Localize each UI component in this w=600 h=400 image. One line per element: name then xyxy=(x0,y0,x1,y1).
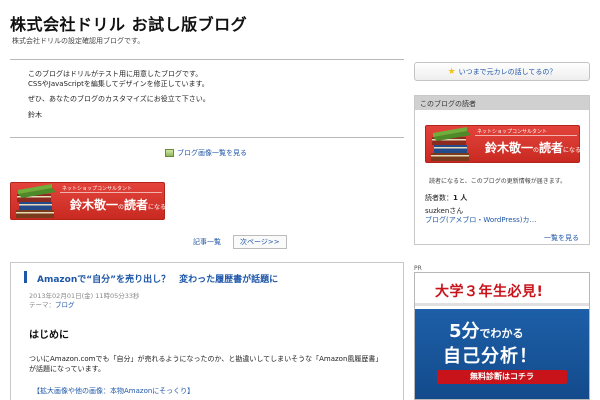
site-description: 株式会社ドリルの設定確認用ブログです。 xyxy=(12,37,145,45)
article-image-link[interactable]: 【拡大画像や他の画像：本物Amazonにそっくり】 xyxy=(33,386,194,396)
sidebar-banner-name-text: 鈴木敬一 xyxy=(485,141,534,155)
readers-widget: このブログの読者 ネットショップコンサルタント 鈴木敬一の読者になる 読者になる… xyxy=(414,95,590,245)
article-body-line-1: ついにAmazon.comでも「自分」が売れるようになったのか、と勘違いしてしま… xyxy=(29,355,383,363)
ad-body: 5分でわかる 自己分析！ 無料診断はコチラ xyxy=(415,309,589,399)
intro-line-3: ぜひ、あなたのブログのカスタマイズにお役立て下さい。 xyxy=(28,95,210,103)
sidebar-banner-readers-label: 読者 xyxy=(539,141,564,155)
readers-heading: このブログの読者 xyxy=(415,96,589,110)
banner-subtitle: ネットショップコンサルタント xyxy=(62,186,133,192)
blog-image-list-label: ブログ画像一覧を見る xyxy=(177,149,247,157)
sidebar-banner-name: 鈴木敬一の読者になる xyxy=(485,139,581,156)
article-heading: はじめに xyxy=(29,330,69,341)
intro-line-1: このブログはドリルがテスト用に用意したブログです。 xyxy=(28,70,203,78)
site-title[interactable]: 株式会社ドリル お試し版ブログ xyxy=(10,11,247,35)
sidebar-banner-suffix-ni: になる xyxy=(563,147,582,154)
sidebar-link-button[interactable]: ★ いつまで元カレの話してるの？ xyxy=(414,62,590,81)
readers-note: 読者になると、このブログの更新情報が届きます。 xyxy=(429,178,567,185)
readers-count-label: 読者数： xyxy=(425,194,453,202)
star-icon: ★ xyxy=(447,66,456,77)
ad-line-2: 自己分析！ xyxy=(443,346,538,367)
sidebar-link-label: いつまで元カレの話してるの？ xyxy=(458,67,557,76)
ad-line-1-small: でわかる xyxy=(479,327,524,340)
sidebar-become-reader-banner[interactable]: ネットショップコンサルタント 鈴木敬一の読者になる xyxy=(425,119,581,167)
readers-more-link[interactable]: 一覧を見る xyxy=(544,233,579,243)
article-meta: 2013年02月01日(金) 11時05分33秒 テーマ：ブログ xyxy=(29,292,140,310)
article: Amazonで“自分”を売り出し？ 変わった履歴書が話題に 2013年02月01… xyxy=(10,262,404,400)
advertisement[interactable]: 大学３年生必見! 5分でわかる 自己分析！ 無料診断はコチラ xyxy=(414,272,590,400)
intro-message: このブログはドリルがテスト用に用意したブログです。 CSSやJavaScript… xyxy=(10,59,404,138)
article-title[interactable]: Amazonで“自分”を売り出し？ 変わった履歴書が話題に xyxy=(37,272,278,285)
sidebar-books-icon xyxy=(431,127,471,161)
sidebar-banner-separator xyxy=(475,135,577,136)
ad-headline: 大学３年生必見! xyxy=(415,273,589,306)
become-reader-banner[interactable]: ネットショップコンサルタント 鈴木敬一の読者になる xyxy=(10,176,166,224)
ad-line-1-big: 5分 xyxy=(449,321,480,342)
blog-image-list-link[interactable]: ブログ画像一覧を見る xyxy=(165,148,247,158)
image-icon xyxy=(165,149,174,157)
banner-name-text: 鈴木敬一 xyxy=(70,198,119,212)
article-body-line-2: が話題になっています。 xyxy=(29,364,105,373)
article-title-marker xyxy=(24,271,27,283)
sidebar-banner-subtitle: ネットショップコンサルタント xyxy=(477,129,548,135)
intro-signature: 鈴木 xyxy=(28,110,42,119)
article-theme-link[interactable]: ブログ xyxy=(55,301,75,309)
pr-label: PR xyxy=(414,265,422,272)
reader-blog-link[interactable]: ブログ(アメブロ・WordPress)カ… xyxy=(425,215,537,225)
ad-line-1: 5分でわかる xyxy=(449,317,524,343)
intro-line-2: CSSやJavaScriptを編集してデザインを修正しています。 xyxy=(28,79,209,88)
next-page-button[interactable]: 次ページ>> xyxy=(233,235,287,249)
banner-separator xyxy=(60,192,162,193)
books-icon xyxy=(16,184,56,218)
article-date: 2013年02月01日(金) 11時05分33秒 xyxy=(29,292,140,300)
article-list-link[interactable]: 記事一覧 xyxy=(193,237,221,247)
article-theme-label: テーマ： xyxy=(29,301,55,309)
article-body: ついにAmazon.comでも「自分」が売れるようになったのか、と勘違いしてしま… xyxy=(29,355,401,374)
readers-count-value: 1 人 xyxy=(453,194,468,202)
banner-readers-label: 読者 xyxy=(124,198,149,212)
ad-cta-button[interactable]: 無料診断はコチラ xyxy=(437,370,567,384)
banner-suffix-ni: になる xyxy=(148,204,167,211)
banner-name: 鈴木敬一の読者になる xyxy=(70,196,166,213)
readers-count: 読者数：1 人 xyxy=(425,193,467,203)
